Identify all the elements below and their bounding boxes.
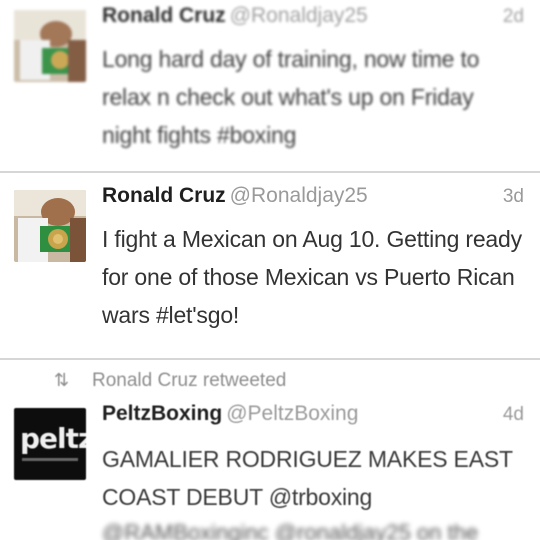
timeline-feed: Ronald Cruz @Ronaldjay25 2d Long hard day…: [0, 0, 540, 540]
tweet-text: GAMALIER RODRIGUEZ MAKES EAST COAST DEBU…: [102, 446, 513, 510]
tweet-text-cut: @RAMBoxinginc @ronaldjay25 on the: [102, 520, 479, 540]
peltz-logo: peltz: [14, 408, 86, 480]
timestamp: 4d: [502, 404, 524, 425]
timestamp: 3d: [502, 186, 524, 207]
avatar[interactable]: peltz: [14, 408, 86, 480]
logo-underline: [22, 458, 78, 461]
tweet-text: Long hard day of training, now time to r…: [102, 46, 480, 148]
tweet-header: Ronald Cruz @Ronaldjay25: [102, 4, 368, 28]
tweet[interactable]: ⇅ Ronald Cruz retweeted peltz PeltzBoxing…: [0, 360, 540, 540]
retweeted-by-label: Ronald Cruz retweeted: [92, 370, 287, 391]
tweet-header: Ronald Cruz @Ronaldjay25: [102, 184, 368, 208]
author-name[interactable]: Ronald Cruz: [102, 4, 226, 27]
retweet-icon: ⇅: [54, 370, 70, 390]
avatar[interactable]: [14, 10, 86, 82]
author-name[interactable]: Ronald Cruz: [102, 184, 226, 207]
tweet[interactable]: Ronald Cruz @Ronaldjay25 3d I fight a Mex…: [0, 172, 540, 360]
author-handle[interactable]: @PeltzBoxing: [226, 402, 358, 425]
author-handle[interactable]: @Ronaldjay25: [230, 184, 368, 207]
retweet-context: ⇅ Ronald Cruz retweeted: [54, 370, 286, 392]
author-handle[interactable]: @Ronaldjay25: [230, 4, 368, 27]
logo-text: peltz: [20, 422, 86, 455]
tweet-text: I fight a Mexican on Aug 10. Getting rea…: [102, 226, 522, 328]
avatar[interactable]: [14, 190, 86, 262]
tweet[interactable]: Ronald Cruz @Ronaldjay25 2d Long hard day…: [0, 0, 540, 172]
timestamp: 2d: [502, 6, 524, 27]
tweet-header: PeltzBoxing @PeltzBoxing: [102, 402, 358, 426]
author-name[interactable]: PeltzBoxing: [102, 402, 222, 425]
